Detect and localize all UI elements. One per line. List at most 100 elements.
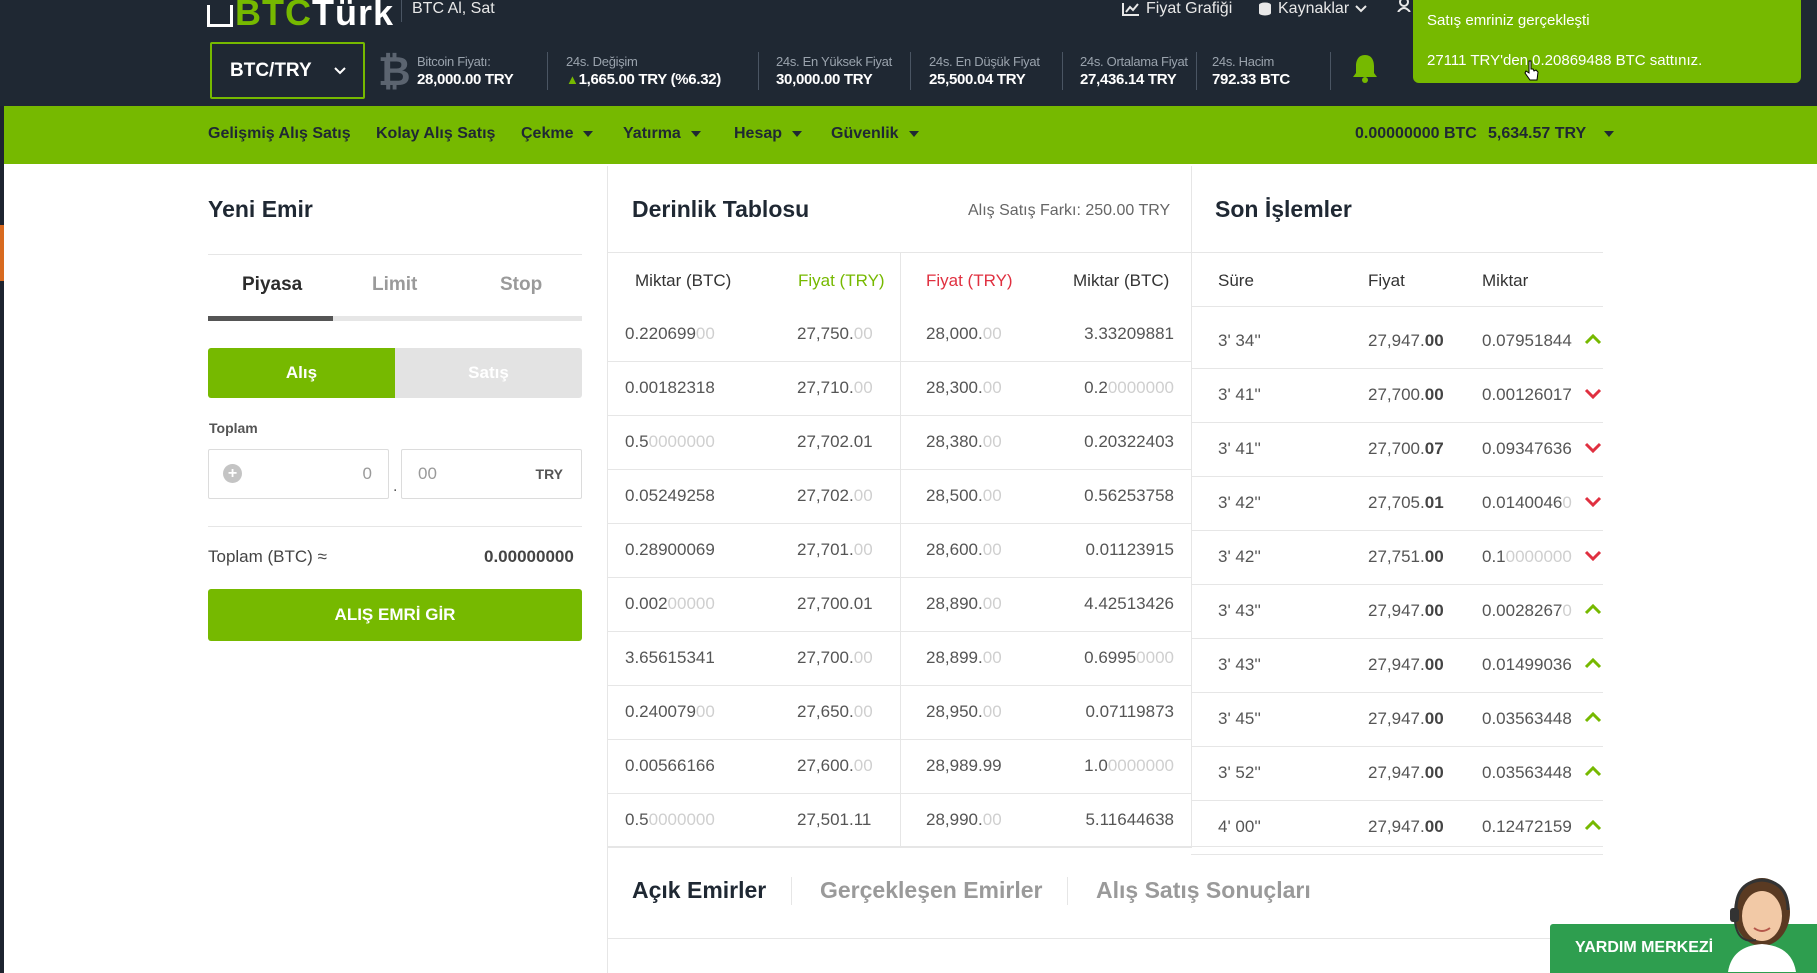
depth-cell[interactable]: 5.11644638: [1085, 810, 1174, 830]
depth-cell[interactable]: 0.00182318: [625, 378, 715, 398]
depth-cell[interactable]: 27,702.01: [797, 432, 873, 452]
trade-time: 4' 00'': [1218, 817, 1261, 836]
depth-cell[interactable]: 28,990.00: [926, 810, 1002, 830]
sell-side-button[interactable]: Satış: [395, 348, 582, 398]
total-label: Toplam: [209, 420, 258, 436]
buy-side-button[interactable]: Alış: [208, 348, 395, 398]
row-divider: [607, 361, 1192, 362]
tab-filled-orders[interactable]: Gerçekleşen Emirler: [820, 877, 1042, 904]
menu-advanced-trade[interactable]: Gelişmiş Alış Satış: [208, 125, 351, 143]
row-divider: [1191, 692, 1603, 693]
btcturk-logo[interactable]: BTCTürk: [207, 0, 394, 34]
trade-price: 27,751.00: [1368, 547, 1444, 566]
divider: [208, 526, 582, 527]
pair-selector[interactable]: BTC/TRY: [210, 42, 365, 99]
total-decimal-input[interactable]: 00 TRY: [401, 449, 582, 499]
depth-cell[interactable]: 28,989.99: [926, 756, 1002, 776]
depth-cell[interactable]: 0.20322403: [1084, 432, 1174, 452]
trade-time: 3' 34'': [1218, 331, 1261, 350]
spread-label: Alış Satış Farkı: 250.00 TRY: [968, 202, 1171, 219]
trade-price: 27,947.00: [1368, 655, 1444, 674]
menu-easy-trade[interactable]: Kolay Alış Satış: [376, 125, 495, 143]
depth-cell[interactable]: 28,600.00: [926, 540, 1002, 560]
notification-toast[interactable]: Satış emriniz gerçekleşti 27111 TRY'den …: [1413, 0, 1801, 83]
depth-cell[interactable]: 27,702.00: [797, 486, 873, 506]
arrow-up-icon: [1584, 603, 1602, 615]
stat-24h-change: 24s. Değişim ▲1,665.00 TRY (%6.32): [566, 54, 721, 88]
stat-separator: [547, 52, 548, 90]
row-divider: [1191, 422, 1603, 423]
depth-cell[interactable]: 28,500.00: [926, 486, 1002, 506]
depth-cell[interactable]: 27,701.00: [797, 540, 873, 560]
depth-cell[interactable]: 27,600.00: [797, 756, 873, 776]
depth-cell[interactable]: 0.24007900: [625, 702, 715, 722]
plus-icon[interactable]: +: [223, 464, 242, 483]
total-integer-input[interactable]: + 0: [208, 449, 389, 499]
depth-cell[interactable]: 0.05249258: [625, 486, 715, 506]
arrow-down-icon: [1584, 442, 1602, 453]
bell-icon[interactable]: [1350, 52, 1380, 84]
depth-cell[interactable]: 4.42513426: [1084, 594, 1174, 614]
tab-open-orders[interactable]: Açık Emirler: [632, 877, 766, 904]
stat-24h-low: 24s. En Düşük Fiyat 25,500.04 TRY: [929, 54, 1040, 88]
support-agent-avatar[interactable]: [1722, 872, 1796, 972]
row-divider: [607, 793, 1192, 794]
total-btc-label: Toplam (BTC) ≈: [208, 547, 327, 566]
arrow-down-icon: [1584, 388, 1602, 399]
trade-time: 3' 41'': [1218, 385, 1261, 404]
tab-limit[interactable]: Limit: [372, 274, 417, 296]
btc-balance: 0.00000000 BTC: [1355, 125, 1477, 142]
depth-header-sell-amount: Miktar (BTC): [1073, 271, 1170, 290]
depth-cell[interactable]: 0.28900069: [625, 540, 715, 560]
user-icon[interactable]: [1396, 0, 1412, 12]
depth-cell[interactable]: 0.56253758: [1084, 486, 1174, 506]
trade-amount: 0.00126017: [1482, 385, 1572, 404]
stat-separator: [910, 52, 911, 90]
depth-cell[interactable]: 0.07119873: [1085, 702, 1174, 722]
divider: [1191, 306, 1603, 307]
menu-account[interactable]: Hesap: [734, 125, 803, 143]
trade-amount: 0.09347636: [1482, 439, 1572, 458]
nav-resources[interactable]: Kaynaklar: [1258, 0, 1367, 18]
depth-cell[interactable]: 0.69950000: [1084, 648, 1174, 668]
tab-market[interactable]: Piyasa: [242, 274, 302, 296]
recent-trades-title: Son İşlemler: [1215, 196, 1352, 222]
divider: [208, 254, 582, 255]
trades-header-price: Fiyat: [1368, 271, 1405, 290]
menu-security[interactable]: Güvenlik: [831, 125, 919, 143]
trades-header-time: Süre: [1218, 271, 1254, 290]
submit-buy-order-button[interactable]: ALIŞ EMRİ GİR: [208, 589, 582, 641]
depth-cell[interactable]: 27,650.00: [797, 702, 873, 722]
depth-cell[interactable]: 27,750.00: [797, 324, 873, 344]
depth-cell[interactable]: 0.00566166: [625, 756, 715, 776]
depth-cell[interactable]: 3.65615341: [625, 648, 715, 668]
depth-cell[interactable]: 28,000.00: [926, 324, 1002, 344]
depth-cell[interactable]: 3.33209881: [1084, 324, 1174, 344]
depth-cell[interactable]: 28,890.00: [926, 594, 1002, 614]
depth-cell[interactable]: 28,380.00: [926, 432, 1002, 452]
tab-trade-results[interactable]: Alış Satış Sonuçları: [1096, 877, 1311, 904]
depth-cell[interactable]: 28,950.00: [926, 702, 1002, 722]
depth-cell[interactable]: 28,899.00: [926, 648, 1002, 668]
depth-cell[interactable]: 0.50000000: [625, 432, 715, 452]
row-divider: [607, 685, 1192, 686]
depth-cell[interactable]: 1.00000000: [1084, 756, 1174, 776]
depth-cell[interactable]: 27,700.01: [797, 594, 873, 614]
caret-down-icon: [1604, 131, 1615, 137]
depth-cell[interactable]: 0.20000000: [1084, 378, 1174, 398]
nav-price-chart[interactable]: Fiyat Grafiği: [1122, 0, 1232, 18]
depth-cell[interactable]: 27,501.11: [797, 810, 871, 830]
depth-cell[interactable]: 27,710.00: [797, 378, 873, 398]
row-divider: [1191, 638, 1603, 639]
menu-withdraw[interactable]: Çekme: [521, 125, 594, 143]
depth-cell[interactable]: 27,700.00: [797, 648, 873, 668]
menu-deposit[interactable]: Yatırma: [623, 125, 701, 143]
try-balance-dropdown[interactable]: 5,634.57 TRY: [1488, 125, 1615, 143]
depth-cell[interactable]: 0.01123915: [1085, 540, 1174, 560]
divider: [1191, 252, 1603, 253]
depth-cell[interactable]: 0.22069900: [625, 324, 715, 344]
tab-stop[interactable]: Stop: [500, 274, 542, 296]
depth-cell[interactable]: 0.00200000: [625, 594, 715, 614]
depth-cell[interactable]: 0.50000000: [625, 810, 715, 830]
depth-cell[interactable]: 28,300.00: [926, 378, 1002, 398]
